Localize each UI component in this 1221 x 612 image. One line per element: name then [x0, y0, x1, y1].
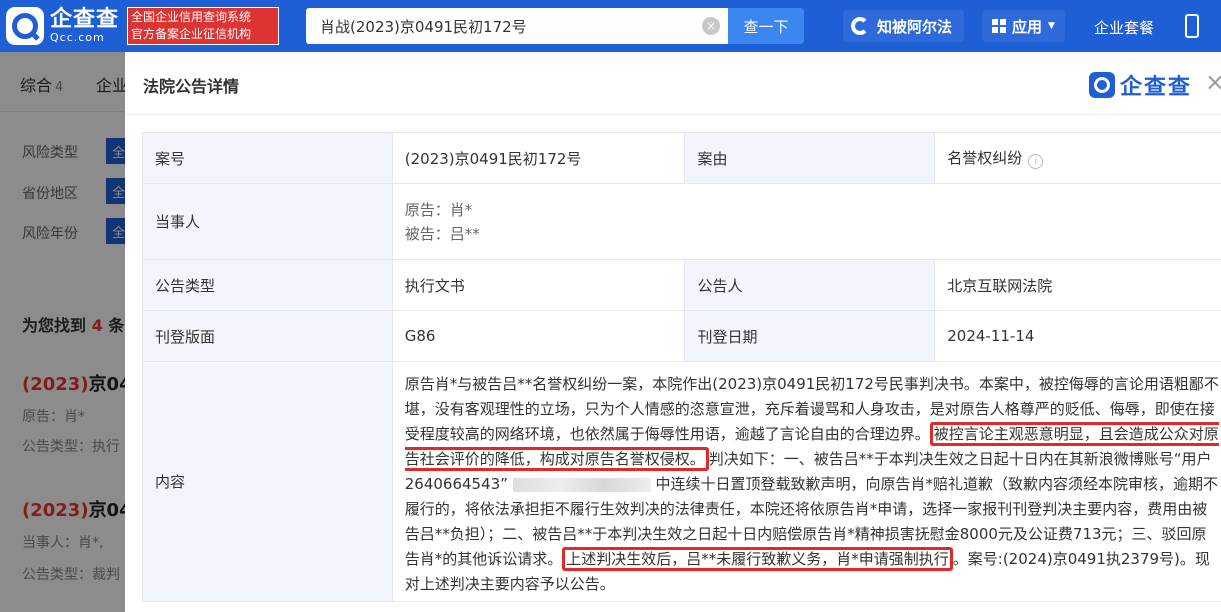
notice-type-label: 公告类型 [142, 259, 393, 311]
logo-text: 企查查 [50, 7, 120, 32]
info-icon[interactable]: i [1028, 154, 1044, 169]
grid-icon [992, 19, 1006, 33]
content-text: 原告肖*与被告吕**名誉权纠纷一案，本院作出(2023)京0491民初172号民… [404, 375, 1219, 593]
alpha-icon [851, 17, 869, 35]
slogan-badge: 全国企业信用查询系统 官方备案企业征信机构 [127, 7, 280, 45]
top-header: 企查查 Qcc.com 全国企业信用查询系统 官方备案企业征信机构 肖战(202… [0, 0, 1221, 52]
apps-menu-button[interactable]: 应用 ▼ [982, 10, 1065, 42]
redacted-text [512, 477, 651, 492]
highlight-mark: 上述判决生效后，吕**未履行致歉义务，肖*申请强制执行 [562, 547, 953, 571]
case-cause-value: 名誉权纠纷 [947, 149, 1023, 167]
logo-icon [6, 7, 44, 45]
apps-label: 应用 [1012, 17, 1043, 36]
site-logo[interactable]: 企查查 Qcc.com [6, 7, 119, 45]
search-input[interactable]: 肖战(2023)京0491民初172号 [306, 8, 732, 44]
publish-date-label: 刊登日期 [684, 310, 936, 362]
table-row: 内容 原告肖*与被告吕**名誉权纠纷一案，本院作出(2023)京0491民初17… [142, 361, 1221, 602]
divider [125, 114, 1221, 115]
chevron-down-icon: ▼ [1048, 21, 1055, 31]
package-link[interactable]: 企业套餐 [1094, 17, 1154, 38]
case-number-value: (2023)京0491民初172号 [391, 132, 686, 184]
content-label: 内容 [142, 361, 393, 602]
modal-title: 法院公告详情 [143, 77, 240, 96]
close-icon[interactable]: × [1205, 68, 1221, 96]
party-cell: 原告：肖* 被告：吕** [391, 183, 1221, 260]
notice-type-value: 执行文书 [391, 259, 686, 311]
search-button[interactable]: 查一下 [728, 8, 804, 44]
phone-icon[interactable] [1185, 14, 1199, 38]
table-row: 案号 (2023)京0491民初172号 案由 名誉权纠纷 i [142, 132, 1221, 184]
alpha-button[interactable]: 知被阿尔法 [843, 10, 965, 42]
content-cell: 原告肖*与被告吕**名誉权纠纷一案，本院作出(2023)京0491民初172号民… [391, 361, 1221, 602]
page-value: G86 [391, 310, 686, 362]
clear-icon[interactable]: × [702, 17, 720, 35]
table-row: 刊登版面 G86 刊登日期 2024-11-14 [142, 310, 1221, 362]
case-number-label: 案号 [142, 132, 393, 184]
publish-date-value: 2024-11-14 [934, 310, 1221, 362]
announcer-value: 北京互联网法院 [934, 259, 1221, 311]
case-cause-label: 案由 [684, 132, 936, 184]
table-row: 当事人 原告：肖* 被告：吕** [142, 183, 1221, 260]
case-cause-cell: 名誉权纠纷 i [934, 132, 1221, 184]
party-label: 当事人 [142, 183, 393, 260]
alpha-label: 知被阿尔法 [877, 17, 953, 36]
logo-domain: Qcc.com [50, 31, 105, 44]
brand-icon [1089, 72, 1115, 98]
defendant: 被告：吕** [404, 224, 480, 243]
notice-detail-table: 案号 (2023)京0491民初172号 案由 名誉权纠纷 i 当事人 原告：肖*… [142, 132, 1221, 602]
modal-brand-logo: 企查查 [1089, 69, 1192, 101]
page-label: 刊登版面 [142, 310, 393, 362]
table-row: 公告类型 执行文书 公告人 北京互联网法院 [142, 259, 1221, 311]
plaintiff: 原告：肖* [404, 200, 473, 219]
court-notice-modal: 法院公告详情 企查查 × 案号 (2023)京0491民初172号 案由 名誉权… [125, 52, 1221, 612]
announcer-label: 公告人 [684, 259, 936, 311]
